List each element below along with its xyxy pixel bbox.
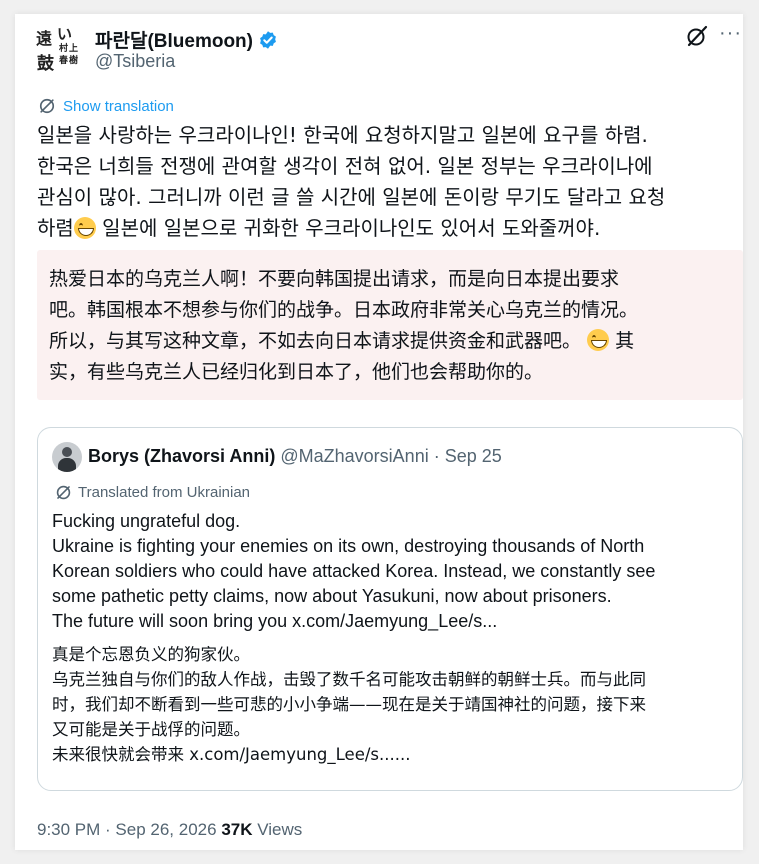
annotation-part: 所以，与其写这种文章，不如去向日本请求提供资金和武器吧。: [49, 330, 582, 352]
views-count: 37K: [221, 820, 253, 839]
quoted-line: some pathetic petty claims, now about Ya…: [52, 586, 612, 606]
avatar-char: 春: [59, 56, 69, 66]
grinning-emoji-icon: [587, 329, 610, 351]
avatar-char: 鼓: [37, 54, 54, 71]
quoted-line: Fucking ungrateful dog.: [52, 511, 241, 531]
separator: ·: [100, 820, 116, 839]
verified-badge-icon: [260, 30, 276, 49]
quoted-line: Ukraine is fighting your enemies on its …: [52, 536, 645, 556]
grinning-emoji-icon: [73, 217, 96, 239]
author-display-name[interactable]: 파란달(Bluemoon): [95, 26, 253, 53]
author-name-row[interactable]: 파란달(Bluemoon): [95, 26, 278, 53]
translate-icon: [56, 485, 71, 500]
post-line: 한국은 너희들 전쟁에 관여할 생각이 전혀 없어. 일본 정부는 우크라이나에: [37, 154, 653, 178]
quoted-header: Borys (Zhavorsi Anni) @MaZhavorsiAnni · …: [88, 446, 502, 467]
show-translation-link[interactable]: Show translation: [37, 96, 174, 116]
show-translation-label[interactable]: Show translation: [63, 98, 174, 115]
avatar-head-shape: [62, 447, 72, 457]
avatar-body-shape: [58, 458, 76, 472]
annotation-line: 所以，与其写这种文章，不如去向日本请求提供资金和武器吧。 其: [49, 326, 719, 357]
quoted-author-handle[interactable]: @MaZhavorsiAnni: [280, 446, 428, 466]
post-text: 일본을 사랑하는 우크라이나인! 한국에 요청하지말고 일본에 요구를 하렴. …: [37, 120, 737, 244]
author-handle[interactable]: @Tsiberia: [95, 51, 175, 72]
quoted-line: Korean soldiers who could have attacked …: [52, 561, 656, 581]
annotation-text: 热爱日本的乌克兰人啊！不要向韩国提出请求，而是向日本提出要求 吧。韩国根本不想参…: [49, 264, 719, 388]
quoted-line: 又可能是关于战俘的问题。: [52, 720, 250, 739]
tweet-card: 遠 い 鼓 村 上 春 樹 파란달(Bluemoon) @Tsiberia ··…: [15, 14, 743, 850]
annotation-line: 热爱日本的乌克兰人啊！不要向韩国提出请求，而是向日本提出要求: [49, 268, 620, 290]
more-options-button[interactable]: ···: [719, 22, 742, 45]
annotation-part: 其: [609, 330, 635, 352]
quoted-line: The future will soon bring you x.com/Jae…: [52, 611, 498, 631]
quoted-text-en: Fucking ungrateful dog. Ukraine is fight…: [52, 509, 722, 634]
translation-annotation: 热爱日本的乌克兰人啊！不要向韩国提出请求，而是向日本提出要求 吧。韩国根本不想参…: [37, 250, 743, 400]
annotation-line: 实，有些乌克兰人已经归化到日本了，他们也会帮助你的。: [49, 361, 544, 383]
post-line: 일본을 사랑하는 우크라이나인! 한국에 요청하지말고 일본에 요구를 하렴.: [37, 123, 648, 147]
avatar-char: 遠: [36, 29, 53, 48]
annotation-line: 吧。韩国根本不想参与你们的战争。日本政府非常关心乌克兰的情况。: [49, 299, 639, 321]
post-time[interactable]: 9:30 PM: [37, 820, 100, 839]
post-line: 하렴 일본에 일본으로 귀화한 우크라이나인도 있어서 도와줄꺼야.: [37, 213, 737, 244]
quoted-line: 乌克兰独自与你们的敌人作战，击毁了数千名可能攻击朝鲜的朝鲜士兵。而与此同: [52, 670, 646, 689]
quoted-author-avatar[interactable]: [52, 442, 82, 472]
quoted-tweet[interactable]: Borys (Zhavorsi Anni) @MaZhavorsiAnni · …: [37, 427, 743, 791]
post-line: 관심이 많아. 그러니까 이런 글 쓸 시간에 일본에 돈이랑 무기도 달라고 …: [37, 185, 666, 209]
quoted-line: 真是个忘恩负义的狗家伙。: [52, 645, 250, 664]
views-label: Views: [252, 820, 303, 839]
separator: ·: [428, 446, 445, 466]
author-avatar[interactable]: 遠 い 鼓 村 上 春 樹: [33, 23, 81, 71]
quoted-text-zh: 真是个忘恩负义的狗家伙。 乌克兰独自与你们的敌人作战，击毁了数千名可能攻击朝鲜的…: [52, 642, 732, 767]
post-date[interactable]: Sep 26, 2026: [115, 820, 216, 839]
post-line-part: 하렴: [37, 216, 74, 240]
avatar-char: 樹: [69, 56, 79, 66]
translated-from-text: Translated from Ukrainian: [78, 484, 251, 501]
quoted-date[interactable]: Sep 25: [445, 446, 502, 466]
quoted-line: 未来很快就会带来 x.com/Jaemyung_Lee/s......: [52, 745, 411, 764]
translated-from-label: Translated from Ukrainian: [54, 483, 250, 502]
tweet-meta: 9:30 PM · Sep 26, 2026 37K Views: [37, 820, 302, 840]
quoted-author-name[interactable]: Borys (Zhavorsi Anni): [88, 446, 275, 466]
grok-icon[interactable]: [685, 24, 709, 48]
post-line-part: 일본에 일본으로 귀화한 우크라이나인도 있어서 도와줄꺼야.: [95, 216, 601, 240]
quoted-line: 时，我们却不断看到一些可悲的小小争端——现在是关于靖国神社的问题，接下来: [52, 695, 646, 714]
translate-icon: [39, 98, 55, 114]
